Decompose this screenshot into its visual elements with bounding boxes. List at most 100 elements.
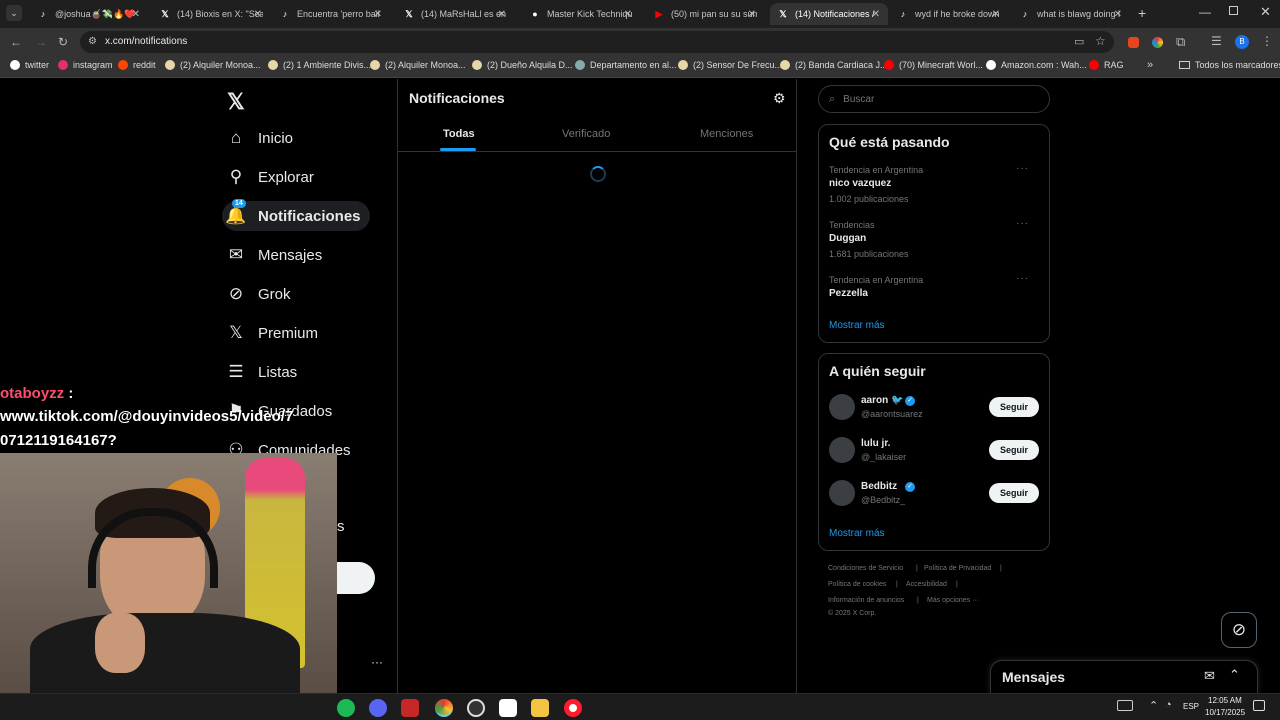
profile-avatar[interactable]: B [1235,35,1249,49]
voicemeeter-icon[interactable] [401,699,419,717]
footer-privacy[interactable]: Política de Privacidad [924,565,991,572]
new-tab-button[interactable]: + [1138,5,1146,21]
sidebar-item-inicio[interactable]: ⌂ Inicio [222,123,293,153]
opera-icon[interactable] [564,699,582,717]
obs-icon[interactable] [467,699,485,717]
reload-button[interactable]: ↻ [58,35,68,49]
follow-show-more[interactable]: Mostrar más [829,528,885,539]
tab-menciones[interactable]: Menciones [700,128,753,140]
follow-button[interactable]: Seguir [989,483,1039,503]
bookmark-item[interactable]: Amazon.com : Wah... [986,60,1087,70]
cast-icon[interactable]: ▭ [1074,35,1084,48]
footer-ads-info[interactable]: Información de anuncios [828,597,904,604]
capcut-icon[interactable] [499,699,517,717]
tab-close-icon[interactable]: ✕ [1114,9,1122,20]
trend-more-icon[interactable]: ··· [1016,273,1029,284]
minimize-button[interactable]: — [1199,5,1211,19]
trend-item[interactable]: Tendencia en Argentina nico vazquez 1.002 … [829,163,1039,209]
reading-list-icon[interactable]: ☰ [1211,34,1222,48]
all-bookmarks-folder[interactable]: Todos los marcadores [1179,60,1280,70]
avatar[interactable] [829,480,855,506]
sidebar-item-listas[interactable]: ☰ Listas [222,357,297,387]
sidebar-item-mensajes[interactable]: ✉ Mensajes [222,240,322,270]
browser-tab[interactable]: 𝕏 (14) MaRsHaLl es en ✕ [396,3,514,25]
avatar[interactable] [829,437,855,463]
sidebar-item-premium[interactable]: 𝕏 Premium [222,318,318,348]
tab-close-icon[interactable]: ✕ [872,9,880,20]
bookmark-item[interactable]: (2) Sensor De Frecu... [678,60,782,70]
file-explorer-icon[interactable] [531,699,549,717]
forward-button[interactable]: → [35,35,47,49]
footer-accessibility[interactable]: Accesibilidad [906,581,947,588]
follow-suggestion[interactable]: lulu jr. @_lakaiser Seguir [819,437,1049,473]
browser-tab[interactable]: ♪ what is blawg doing l ✕ [1012,3,1130,25]
footer-terms[interactable]: Condiciones de Servicio [828,565,903,572]
sidebar-item-notificaciones[interactable]: 🔔 14 Notificaciones [222,199,370,231]
new-message-icon[interactable]: ✉ [1204,668,1215,684]
extension-icon-1[interactable] [1128,37,1139,48]
chrome-icon[interactable] [435,699,453,717]
discord-icon[interactable] [369,699,387,717]
tab-todas[interactable]: Todas [443,128,475,140]
address-bar[interactable]: ⚙ x.com/notifications ▭ ☆ [80,31,1114,53]
tab-verificado[interactable]: Verificado [562,128,610,140]
tab-close-icon[interactable]: ✕ [624,9,632,20]
bookmark-item[interactable]: (2) Dueño Alquila D... [472,60,573,70]
browser-tab[interactable]: ♪ @joshua🧉💸🔥❤️ ✕ [30,3,148,25]
follow-button[interactable]: Seguir [989,397,1039,417]
bookmark-item[interactable]: twitter [10,60,49,70]
browser-tab[interactable]: 𝕏 (14) Bioxis en X: "Sca ✕ [152,3,270,25]
post-button[interactable] [337,562,375,594]
site-info-icon[interactable]: ⚙ [88,36,97,47]
browser-tab[interactable]: 𝕏 (14) Notificaciones / ✕ [770,3,888,25]
browser-menu-icon[interactable]: ⋮ [1261,34,1273,48]
footer-more-options[interactable]: Más opciones ··· [927,597,979,604]
bookmarks-overflow-icon[interactable]: » [1147,59,1153,71]
bookmark-item[interactable]: (2) Alquiler Monoa... [370,60,466,70]
bookmark-item[interactable]: instagram [58,60,113,70]
expand-chevron-icon[interactable]: ⌃ [1229,667,1240,683]
account-more-icon[interactable]: ··· [371,655,383,669]
bookmark-item[interactable]: reddit [118,60,156,70]
trending-show-more[interactable]: Mostrar más [829,320,885,331]
notifications-center-icon[interactable] [1253,700,1265,711]
follow-button[interactable]: Seguir [989,440,1039,460]
follow-suggestion[interactable]: Bedbitz @Bedbitz_ Seguir ✓ [819,480,1049,516]
avatar[interactable] [829,394,855,420]
trend-more-icon[interactable]: ··· [1016,163,1029,174]
trend-more-icon[interactable]: ··· [1016,218,1029,229]
tray-overflow-icon[interactable]: ⌃ [1149,699,1158,712]
clock-time[interactable]: 12:05 AM [1208,696,1242,705]
trend-item[interactable]: Tendencia en Argentina Pezzella ··· [829,273,1039,319]
browser-tab[interactable]: ♪ Encuentra 'perro bail ✕ [272,3,390,25]
extensions-puzzle-icon[interactable]: ⧉ [1176,34,1185,50]
follow-suggestion[interactable]: aaron 🐦 @aarontsuarez Seguir ✓ [819,394,1049,430]
tab-close-icon[interactable]: ✕ [254,9,262,20]
x-logo-icon[interactable]: 𝕏 [227,89,245,115]
bookmark-item[interactable]: RAG [1089,60,1124,70]
messages-dock[interactable]: Mensajes ✉ ⌃ [990,660,1258,693]
tab-close-icon[interactable]: ✕ [132,9,140,20]
tab-close-icon[interactable]: ✕ [748,9,756,20]
tab-close-icon[interactable]: ✕ [498,9,506,20]
keyboard-icon[interactable] [1117,700,1133,711]
browser-tab[interactable]: ♪ wyd if he broke down ✕ [890,3,1008,25]
tab-list-dropdown-icon[interactable]: ⌄ [6,5,22,21]
clock-date[interactable]: 10/17/2025 [1205,708,1245,717]
settings-gear-icon[interactable]: ⚙ [773,90,786,107]
tab-close-icon[interactable]: ✕ [374,9,382,20]
language-indicator[interactable]: ESP [1183,702,1199,711]
bookmark-item[interactable]: (2) 1 Ambiente Divis... [268,60,371,70]
extension-icon-2[interactable] [1152,37,1163,48]
back-button[interactable]: ← [10,35,22,49]
bookmark-star-icon[interactable]: ☆ [1095,34,1106,48]
bookmark-item[interactable]: (2) Alquiler Monoa... [165,60,261,70]
spotify-icon[interactable] [337,699,355,717]
bookmark-item[interactable]: (2) Banda Cardiaca J... [780,60,888,70]
browser-tab[interactable]: ▶ (50) mi pan su su sum ✕ [646,3,764,25]
network-icon[interactable]: ◔ [1165,699,1172,711]
restore-button[interactable] [1229,6,1238,15]
bookmark-item[interactable]: Departamento en al... [575,60,677,70]
trend-item[interactable]: Tendencias Duggan 1.681 publicaciones ··· [829,218,1039,264]
browser-tab[interactable]: ● Master Kick Techniqu ✕ [522,3,640,25]
